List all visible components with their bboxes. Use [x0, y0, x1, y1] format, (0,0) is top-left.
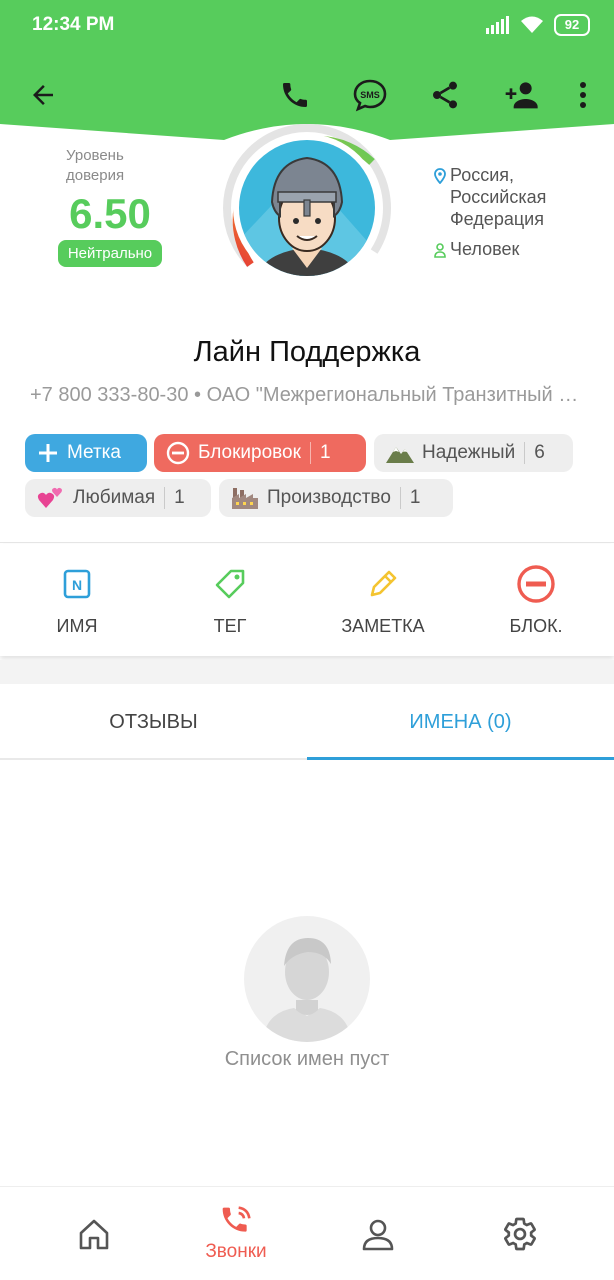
battery-level: 92: [564, 17, 580, 32]
production-tag-label: Производство: [267, 487, 391, 508]
battery-indicator: 92: [554, 14, 590, 36]
name-action-button[interactable]: N ИМЯ: [17, 564, 137, 637]
favorite-tag-count: 1: [164, 487, 197, 509]
nav-contacts[interactable]: [318, 1187, 438, 1280]
block-action-button[interactable]: БЛОК.: [476, 564, 596, 637]
trust-badge: Нейтрально: [57, 240, 163, 267]
mountain-icon: [386, 442, 414, 464]
empty-list-text: Список имен пуст: [224, 1048, 390, 1070]
production-tag-count: 1: [399, 487, 433, 509]
name-tag-icon: N: [17, 564, 137, 604]
more-vertical-icon: [580, 82, 586, 108]
block-tag-label: Блокировок: [198, 442, 301, 463]
nav-settings[interactable]: [460, 1187, 580, 1280]
contact-subtitle: +7 800 333-80-30 • ОАО "Межрегиональный …: [30, 384, 584, 406]
bottom-navigation: Звонки: [0, 1186, 614, 1280]
section-gap: [0, 660, 614, 684]
status-bar: 12:34 PM 92: [0, 0, 614, 52]
call-button[interactable]: [270, 70, 320, 120]
block-icon: [476, 564, 596, 604]
avatar-gauge: [223, 123, 391, 292]
location-pin-icon: [434, 168, 446, 184]
tab-indicator: [307, 757, 614, 760]
phone-calls-icon: [222, 1206, 251, 1232]
trust-score: 6.50: [69, 190, 151, 237]
note-action-label: ЗАМЕТКА: [341, 616, 425, 636]
sms-button[interactable]: SMS: [345, 70, 395, 120]
home-icon: [79, 1219, 109, 1250]
nav-home[interactable]: [34, 1187, 154, 1280]
share-icon: [433, 81, 457, 109]
tag-action-button[interactable]: ТЕГ: [170, 564, 290, 637]
tag-icon: [170, 564, 290, 604]
empty-person-icon: [244, 916, 370, 1042]
favorite-tag-label: Любимая: [73, 487, 156, 508]
contact-avatar: [212, 120, 402, 292]
name-action-label: ИМЯ: [56, 616, 98, 636]
country-row: Россия, Российская Федерация: [434, 164, 604, 230]
person-add-icon: [505, 82, 538, 109]
gear-icon: [504, 1217, 536, 1251]
contact-name: Лайн Поддержка: [193, 336, 421, 368]
block-tag-count: 1: [309, 442, 343, 464]
note-action-button[interactable]: ЗАМЕТКА: [323, 564, 443, 637]
tab-bar: ОТЗЫВЫ ИМЕНА (0): [0, 684, 614, 760]
status-icons: 92: [486, 14, 590, 36]
country-text: Россия, Российская Федерация: [450, 165, 547, 229]
wifi-icon: [521, 16, 543, 33]
svg-text:SMS: SMS: [360, 90, 380, 100]
actions-bar: N ИМЯ ТЕГ ЗАМЕТКА БЛОК.: [0, 544, 614, 656]
more-button[interactable]: [558, 70, 608, 120]
arrow-left-icon: [33, 85, 53, 105]
pencil-icon: [323, 564, 443, 604]
person-outline-icon: [434, 243, 446, 258]
signal-icon: [486, 16, 509, 34]
trust-label: Уровень доверия: [66, 147, 125, 184]
toolbar: SMS: [0, 70, 614, 120]
phone-icon: [283, 83, 307, 107]
tab-reviews[interactable]: ОТЗЫВЫ: [0, 684, 307, 760]
favorite-tag[interactable]: Любимая 1: [25, 479, 211, 517]
two-hearts-icon: [37, 486, 65, 510]
block-icon: [166, 441, 190, 465]
share-button[interactable]: [420, 70, 470, 120]
person-icon: [362, 1219, 394, 1251]
production-tag[interactable]: Производство 1: [219, 479, 453, 517]
reliable-tag-label: Надежный: [422, 442, 516, 463]
back-button[interactable]: [18, 70, 68, 120]
divider: [0, 542, 614, 543]
tab-names[interactable]: ИМЕНА (0): [307, 684, 614, 760]
add-tag-label: Метка: [67, 442, 121, 463]
location-panel: Россия, Российская Федерация Человек: [434, 164, 604, 260]
type-row: Человек: [434, 238, 604, 260]
svg-text:N: N: [72, 577, 82, 593]
factory-icon: [231, 486, 259, 510]
contact-type-text: Человек: [450, 239, 520, 259]
add-contact-button[interactable]: [496, 70, 546, 120]
reliable-tag[interactable]: Надежный 6: [374, 434, 573, 472]
reliable-tag-count: 6: [524, 442, 557, 464]
tag-action-label: ТЕГ: [213, 616, 247, 636]
plus-icon: [37, 442, 59, 464]
block-tag[interactable]: Блокировок 1: [154, 434, 366, 472]
add-tag-button[interactable]: Метка: [25, 434, 147, 472]
block-action-label: БЛОК.: [509, 616, 563, 636]
status-time: 12:34 PM: [32, 14, 115, 35]
sms-icon: SMS: [353, 79, 387, 112]
trust-panel: Уровень доверия 6.50 Нейтрально: [40, 146, 180, 267]
nav-calls[interactable]: Звонки: [176, 1187, 296, 1280]
nav-calls-label: Звонки: [205, 1241, 267, 1262]
